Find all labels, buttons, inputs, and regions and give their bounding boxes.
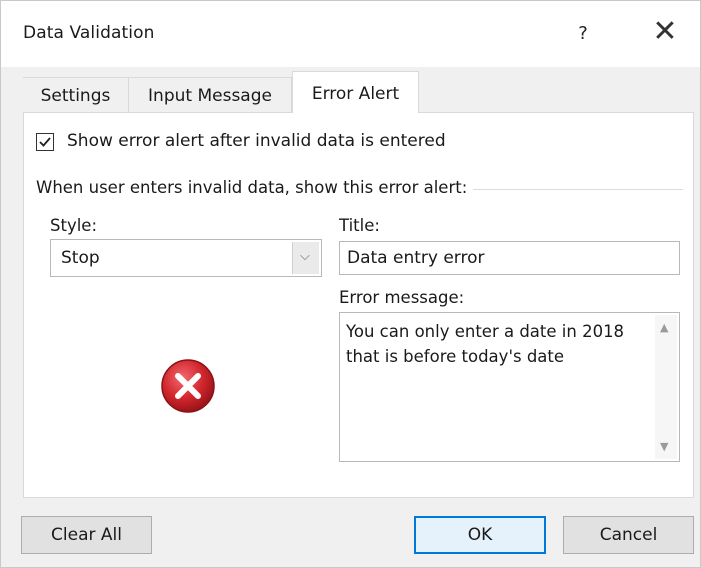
error-message-label: Error message: xyxy=(339,288,465,307)
title-label: Title: xyxy=(339,216,380,235)
error-alert-group-label: When user enters invalid data, show this… xyxy=(36,178,474,197)
style-dropdown-button[interactable]: ⌵ xyxy=(292,242,319,274)
show-error-alert-label[interactable]: Show error alert after invalid data is e… xyxy=(67,131,446,151)
tab-settings[interactable]: Settings xyxy=(23,77,129,113)
ok-button[interactable]: OK xyxy=(414,516,546,554)
title-bar: Data Validation ? ✕ xyxy=(1,1,700,67)
scroll-up-icon[interactable]: ▲ xyxy=(660,321,668,334)
textarea-scrollbar[interactable]: ▲ ▼ xyxy=(655,315,677,459)
title-input-value: Data entry error xyxy=(347,248,485,268)
tab-input-message[interactable]: Input Message xyxy=(129,77,292,113)
help-button[interactable]: ? xyxy=(571,21,595,47)
tab-error-alert[interactable]: Error Alert xyxy=(292,71,419,113)
style-label: Style: xyxy=(50,216,98,235)
show-error-alert-checkbox[interactable] xyxy=(36,133,54,151)
dialog-title: Data Validation xyxy=(23,23,155,43)
error-message-textarea[interactable]: You can only enter a date in 2018 that i… xyxy=(339,312,680,462)
error-message-text: You can only enter a date in 2018 that i… xyxy=(346,322,625,366)
data-validation-dialog: Data Validation ? ✕ Settings Input Messa… xyxy=(0,0,701,568)
error-stop-icon xyxy=(161,359,215,413)
title-input[interactable]: Data entry error xyxy=(339,241,680,275)
clear-all-button[interactable]: Clear All xyxy=(21,516,152,554)
checkmark-icon xyxy=(39,137,51,147)
cancel-button[interactable]: Cancel xyxy=(563,516,694,554)
style-select-value: Stop xyxy=(61,248,100,268)
close-button[interactable]: ✕ xyxy=(649,17,681,49)
chevron-down-icon: ⌵ xyxy=(300,249,310,264)
style-select[interactable]: Stop ⌵ xyxy=(50,239,322,277)
scroll-down-icon[interactable]: ▼ xyxy=(660,440,668,453)
